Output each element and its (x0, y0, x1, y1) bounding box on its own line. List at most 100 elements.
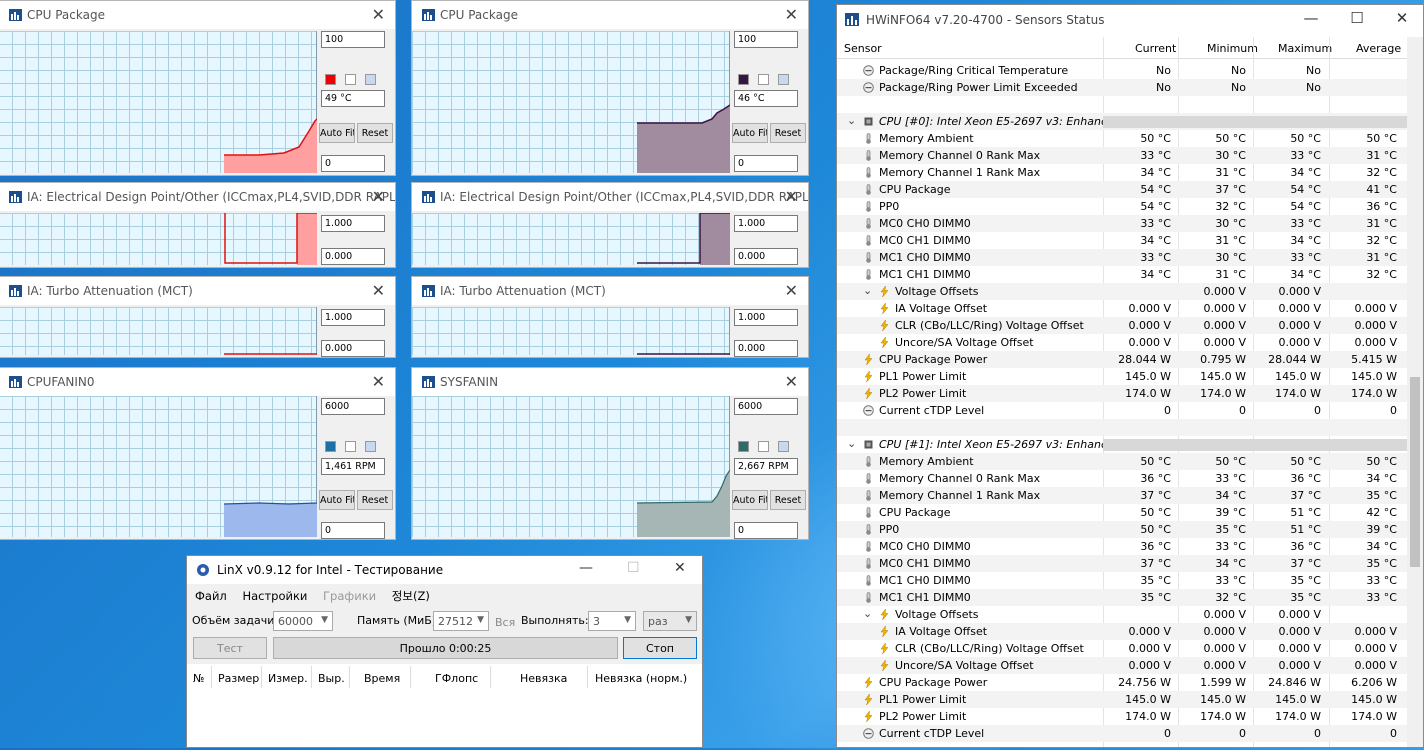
scrollbar-thumb[interactable] (1410, 377, 1420, 567)
sensor-row[interactable]: PL2 Power Limit 174.0 W 174.0 W 174.0 W 174.… (837, 385, 1407, 402)
chevron-down-icon[interactable]: ⌄ (863, 284, 872, 297)
col-average[interactable]: Average (1356, 42, 1401, 55)
menu-file[interactable]: Файл (195, 589, 227, 603)
sensor-row[interactable]: Memory Channel 1 Rank Max 37 °C 34 °C 37 °C… (837, 487, 1407, 504)
sensor-row[interactable]: ⌄ Voltage Offsets 0.000 V 0.000 V (837, 283, 1407, 300)
reset-button[interactable]: Reset (357, 490, 393, 510)
sensor-row[interactable]: Memory Channel 1 Rank Max 34 °C 31 °C 34 °C… (837, 164, 1407, 181)
color-swatch-purple[interactable] (738, 74, 749, 85)
close-icon[interactable]: ✕ (674, 560, 686, 576)
color-swatch-teal[interactable] (738, 441, 749, 452)
col-minimum[interactable]: Minimum (1207, 42, 1258, 55)
sensor-row[interactable]: Memory Channel 0 Rank Max 33 °C 30 °C 33 °C… (837, 147, 1407, 164)
sensor-row[interactable]: MC0 CH0 DIMM0 33 °C 30 °C 33 °C 31 °C (837, 215, 1407, 232)
color-swatch-blue[interactable] (325, 441, 336, 452)
sensor-row[interactable]: CPU Package 54 °C 37 °C 54 °C 41 °C (837, 181, 1407, 198)
times-select[interactable]: раз ▼ (643, 611, 697, 631)
graph-min-value[interactable]: 0.000 (734, 340, 798, 357)
sensor-row[interactable]: CPU Package Power 28.044 W 0.795 W 28.044 W… (837, 351, 1407, 368)
sensor-row[interactable]: CLR (CBo/LLC/Ring) Voltage Offset 0.000 V… (837, 317, 1407, 334)
col-residual[interactable]: Невязка (520, 672, 567, 685)
graph-max-value[interactable]: 1.000 (321, 215, 385, 232)
graph-window-sysfan[interactable]: SYSFANIN ✕ 6000 2,667 RPM Auto Fit Reset… (411, 367, 809, 540)
color-swatch-light[interactable] (778, 441, 789, 452)
test-button[interactable]: Тест (193, 637, 267, 659)
close-icon[interactable]: ✕ (372, 5, 385, 24)
reset-button[interactable]: Reset (770, 490, 806, 510)
graph-min-value[interactable]: 0 (734, 155, 798, 172)
graph-min-value[interactable]: 0 (321, 155, 385, 172)
sensor-row[interactable]: Memory Ambient 50 °C 50 °C 50 °C 50 °C (837, 453, 1407, 470)
sensor-row[interactable]: Current cTDP Level 0 0 0 0 (837, 725, 1407, 742)
problem-size-select[interactable]: 60000 ▼ (273, 611, 333, 631)
sensor-row[interactable]: Current cTDP Level 0 0 0 0 (837, 402, 1407, 419)
memory-select[interactable]: 27512 ▼ (433, 611, 489, 631)
chevron-down-icon[interactable]: ⌄ (863, 607, 872, 620)
sensor-row[interactable]: Memory Channel 0 Rank Max 36 °C 33 °C 36 °C… (837, 470, 1407, 487)
col-time[interactable]: Время (364, 672, 400, 685)
graph-min-value[interactable]: 0.000 (321, 340, 385, 357)
close-icon[interactable]: ✕ (1382, 9, 1422, 27)
auto-fit-button[interactable]: Auto Fit (732, 490, 768, 510)
color-swatch-empty[interactable] (758, 441, 769, 452)
color-swatch-empty[interactable] (758, 74, 769, 85)
graph-max-value[interactable]: 100 (734, 31, 798, 48)
graph-max-value[interactable]: 6000 (321, 398, 385, 415)
menu-info[interactable]: 정보(Z) (392, 589, 430, 603)
col-residual-norm[interactable]: Невязка (норм.) (595, 672, 687, 685)
close-icon[interactable]: ✕ (785, 372, 798, 391)
minimize-icon[interactable]: — (579, 560, 593, 576)
graph-max-value[interactable]: 6000 (734, 398, 798, 415)
graph-window-cpu-package-0[interactable]: CPU Package ✕ 100 49 °C Auto Fit Reset 0 (0, 0, 396, 176)
sensor-row[interactable]: MC0 CH1 DIMM0 37 °C 34 °C 37 °C 35 °C (837, 555, 1407, 572)
graph-max-value[interactable]: 100 (321, 31, 385, 48)
sensor-row[interactable]: Memory Ambient 50 °C 50 °C 50 °C 50 °C (837, 130, 1407, 147)
close-icon[interactable]: ✕ (785, 281, 798, 300)
sensor-row[interactable]: ⌄ Voltage Offsets 0.000 V 0.000 V (837, 606, 1407, 623)
graph-window-mct-1[interactable]: IA: Turbo Attenuation (MCT) ✕ 1.000 0.00… (411, 276, 809, 358)
col-maximum[interactable]: Maximum (1278, 42, 1332, 55)
reset-button[interactable]: Reset (770, 123, 806, 143)
sensor-row[interactable]: CPU Package Power 24.756 W 1.599 W 24.846 W… (837, 674, 1407, 691)
graph-min-value[interactable]: 0.000 (734, 248, 798, 265)
all-memory-checkbox-label[interactable]: Вся (495, 616, 515, 629)
sensor-group-row[interactable]: ⌄ CPU [#1]: Intel Xeon E5-2697 v3: Enhanc… (837, 436, 1407, 453)
auto-fit-button[interactable]: Auto Fit (319, 123, 355, 143)
graph-window-cpufan[interactable]: CPUFANIN0 ✕ 6000 1,461 RPM Auto Fit Rese… (0, 367, 396, 540)
scrollbar[interactable] (1407, 37, 1423, 747)
color-swatch-red[interactable] (325, 74, 336, 85)
sensor-row[interactable]: MC1 CH1 DIMM0 34 °C 31 °C 34 °C 32 °C (837, 266, 1407, 283)
sensor-row[interactable]: Uncore/SA Voltage Offset 0.000 V 0.000 V 0.… (837, 334, 1407, 351)
menu-settings[interactable]: Настройки (242, 589, 307, 603)
auto-fit-button[interactable]: Auto Fit (319, 490, 355, 510)
chevron-down-icon[interactable]: ⌄ (847, 114, 856, 127)
sensor-row[interactable]: Uncore/SA Voltage Offset 0.000 V 0.000 V 0.… (837, 657, 1407, 674)
col-sensor[interactable]: Sensor (844, 42, 882, 55)
color-swatch-empty[interactable] (345, 441, 356, 452)
graph-window-mct-0[interactable]: IA: Turbo Attenuation (MCT) ✕ 1.000 0.00… (0, 276, 396, 358)
sensor-row[interactable]: MC1 CH1 DIMM0 35 °C 32 °C 35 °C 33 °C (837, 589, 1407, 606)
graph-max-value[interactable]: 1.000 (321, 309, 385, 326)
sensor-group-row[interactable]: ⌄ CPU [#0]: Intel Xeon E5-2697 v3: Enhanc… (837, 113, 1407, 130)
sensor-row[interactable]: PL2 Power Limit 174.0 W 174.0 W 174.0 W 174.… (837, 708, 1407, 725)
sensor-row[interactable]: MC0 CH1 DIMM0 34 °C 31 °C 34 °C 32 °C (837, 232, 1407, 249)
graph-min-value[interactable]: 0.000 (321, 248, 385, 265)
sensor-row[interactable]: MC1 CH0 DIMM0 33 °C 30 °C 33 °C 31 °C (837, 249, 1407, 266)
graph-window-edp-0[interactable]: IA: Electrical Design Point/Other (ICCma… (0, 182, 396, 268)
color-swatch-empty[interactable] (345, 74, 356, 85)
close-icon[interactable]: ✕ (785, 187, 798, 206)
col-gflops[interactable]: ГФлопс (435, 672, 478, 685)
sensor-row[interactable]: IA Voltage Offset 0.000 V 0.000 V 0.000 V 0.… (837, 300, 1407, 317)
maximize-icon[interactable]: ☐ (1337, 9, 1377, 27)
col-align[interactable]: Выр. (318, 672, 345, 685)
sensor-row[interactable]: PL1 Power Limit 145.0 W 145.0 W 145.0 W 145.… (837, 691, 1407, 708)
sensor-row[interactable]: MC0 CH0 DIMM0 36 °C 33 °C 36 °C 34 °C (837, 538, 1407, 555)
sensor-row[interactable]: PL1 Power Limit 145.0 W 145.0 W 145.0 W 145.… (837, 368, 1407, 385)
close-icon[interactable]: ✕ (372, 372, 385, 391)
minimize-icon[interactable]: — (1291, 9, 1331, 27)
sensor-row[interactable]: CLR (CBo/LLC/Ring) Voltage Offset 0.000 V… (837, 640, 1407, 657)
sensor-row[interactable]: IA Voltage Offset 0.000 V 0.000 V 0.000 V 0.… (837, 623, 1407, 640)
sensor-row[interactable]: CPU Package 50 °C 39 °C 51 °C 42 °C (837, 504, 1407, 521)
col-current[interactable]: Current (1135, 42, 1176, 55)
close-icon[interactable]: ✕ (372, 281, 385, 300)
